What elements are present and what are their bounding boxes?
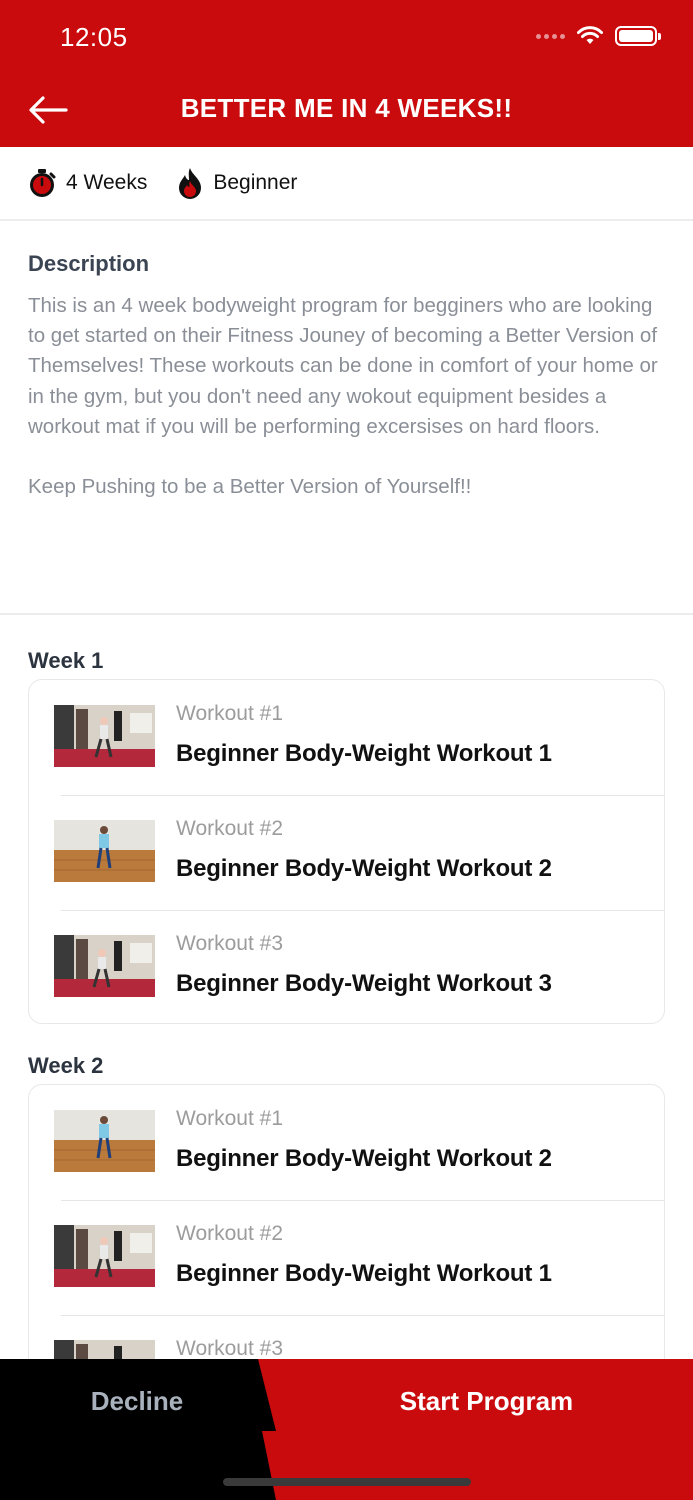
week-1-card: Workout #1 Beginner Body-Weight Workout … (28, 679, 665, 1024)
stopwatch-icon (30, 169, 56, 197)
description-paragraph-1: This is an 4 week bodyweight program for… (28, 294, 658, 438)
workout-number: Workout #3 (176, 932, 283, 955)
description-paragraph-2: Keep Pushing to be a Better Version of Y… (28, 475, 472, 499)
workout-thumbnail (54, 1110, 155, 1172)
status-time: 12:05 (60, 22, 128, 52)
wifi-icon (577, 26, 603, 44)
description-section: Description This is an 4 week bodyweight… (0, 221, 693, 615)
battery-icon (615, 26, 661, 46)
workout-name: Beginner Body-Weight Workout 2 (176, 1145, 552, 1172)
level-label: Beginner (213, 171, 298, 194)
decline-label: Decline (90, 1386, 184, 1416)
flame-icon (179, 168, 202, 199)
page-title: BETTER ME IN 4 WEEKS!! (180, 93, 513, 123)
workout-row[interactable]: Workout #3 Beginner Body-Weight Workout … (29, 910, 664, 1023)
start-program-label: Start Program (399, 1386, 574, 1416)
workout-number: Workout #1 (176, 1107, 283, 1130)
status-icons (536, 26, 661, 46)
program-meta: 4 Weeks Beginner (0, 147, 693, 221)
workout-row[interactable]: Workout #1 Beginner Body-Weight Workout … (29, 1085, 664, 1200)
home-indicator (223, 1478, 471, 1486)
duration-info: 4 Weeks (28, 168, 147, 198)
workout-number: Workout #2 (176, 817, 283, 840)
workout-thumbnail (54, 705, 155, 767)
duration-label: 4 Weeks (66, 171, 148, 194)
level-info: Beginner (177, 167, 297, 199)
workout-thumbnail (54, 935, 155, 997)
workout-row[interactable]: Workout #2 Beginner Body-Weight Workout … (29, 795, 664, 910)
workout-number: Workout #2 (176, 1222, 283, 1245)
workout-number: Workout #3 (176, 1337, 283, 1360)
description-heading: Description (28, 251, 150, 276)
workout-name: Beginner Body-Weight Workout 1 (176, 1260, 552, 1287)
week-2-label: Week 2 (28, 1053, 104, 1078)
workout-name: Beginner Body-Weight Workout 1 (176, 740, 552, 767)
workout-name: Beginner Body-Weight Workout 3 (176, 970, 552, 997)
description-text: This is an 4 week bodyweight program for… (28, 291, 665, 502)
workout-row[interactable]: Workout #1 Beginner Body-Weight Workout … (29, 680, 664, 795)
week-1-label: Week 1 (28, 648, 104, 673)
workout-thumbnail (54, 820, 155, 882)
workout-number: Workout #1 (176, 702, 283, 725)
app-header: 12:05 BETTER ME IN 4 WEEKS!! (0, 0, 693, 147)
workout-thumbnail (54, 1225, 155, 1287)
workout-row[interactable]: Workout #2 Beginner Body-Weight Workout … (29, 1200, 664, 1315)
workout-name: Beginner Body-Weight Workout 2 (176, 855, 552, 882)
cellular-signal-icon (536, 33, 565, 39)
